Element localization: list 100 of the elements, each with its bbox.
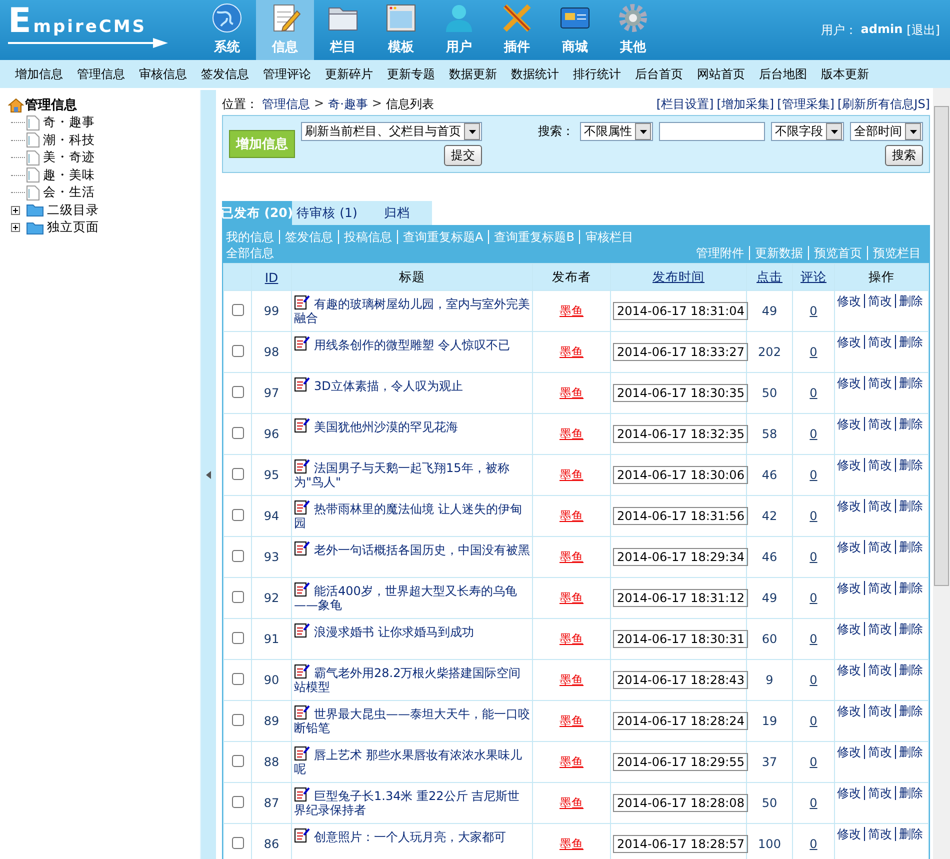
time-field[interactable]: 2014-06-17 18:31:04 — [613, 302, 748, 320]
row-checkbox[interactable] — [232, 468, 244, 480]
tree-item[interactable]: 二级目录 — [47, 202, 99, 219]
comments-link[interactable]: 0 — [810, 386, 818, 400]
time-field[interactable]: 2014-06-17 18:28:57 — [613, 835, 748, 853]
tree-item[interactable]: 会・生活 — [43, 184, 95, 202]
action-link[interactable]: 简改 — [864, 540, 895, 554]
action-link[interactable]: 删除 — [895, 294, 926, 308]
action-link[interactable]: 修改 — [837, 540, 864, 554]
time-field[interactable]: 2014-06-17 18:30:06 — [613, 466, 748, 484]
action-link[interactable]: 简改 — [864, 499, 895, 513]
search-button[interactable]: 搜索 — [885, 145, 923, 166]
action-link[interactable]: 删除 — [895, 622, 926, 636]
action-link[interactable]: 简改 — [864, 458, 895, 472]
time-field[interactable]: 2014-06-17 18:32:35 — [613, 425, 748, 443]
submenu-link[interactable]: 管理评论 — [256, 66, 318, 82]
submenu-link[interactable]: 版本更新 — [814, 66, 876, 82]
header-link[interactable]: [刷新所有信息JS] — [837, 96, 930, 112]
time-field[interactable]: 2014-06-17 18:28:43 — [613, 671, 748, 689]
comments-link[interactable]: 0 — [810, 345, 818, 359]
time-field[interactable]: 2014-06-17 18:28:08 — [613, 794, 748, 812]
time-field[interactable]: 2014-06-17 18:29:55 — [613, 753, 748, 771]
row-checkbox[interactable] — [232, 386, 244, 398]
comments-link[interactable]: 0 — [810, 509, 818, 523]
author-link[interactable]: 墨鱼 — [560, 672, 584, 686]
action-link[interactable]: 修改 — [837, 745, 864, 759]
action-link[interactable]: 简改 — [864, 827, 895, 841]
time-field[interactable]: 2014-06-17 18:29:34 — [613, 548, 748, 566]
submenu-link[interactable]: 增加信息 — [8, 66, 70, 82]
tree-item[interactable]: 趣・美味 — [43, 166, 95, 184]
action-link[interactable]: 修改 — [837, 376, 864, 390]
submenu-link[interactable]: 排行统计 — [566, 66, 628, 82]
time-select[interactable]: 全部时间 — [850, 122, 923, 141]
submenu-link[interactable]: 数据统计 — [504, 66, 566, 82]
action-link[interactable]: 简改 — [864, 704, 895, 718]
author-link[interactable]: 墨鱼 — [560, 754, 584, 768]
author-link[interactable]: 墨鱼 — [560, 590, 584, 604]
column-header[interactable]: ID — [252, 264, 292, 290]
action-link[interactable]: 删除 — [895, 335, 926, 349]
author-link[interactable]: 墨鱼 — [560, 550, 584, 564]
status-tab[interactable]: 待审核 (1) — [292, 201, 362, 225]
row-checkbox[interactable] — [232, 304, 244, 316]
row-checkbox[interactable] — [232, 836, 244, 848]
author-link[interactable]: 墨鱼 — [560, 632, 584, 646]
header-link[interactable]: [管理采集] — [777, 96, 834, 112]
submit-button[interactable]: 提交 — [444, 145, 482, 166]
action-link[interactable]: 修改 — [837, 704, 864, 718]
time-field[interactable]: 2014-06-17 18:31:12 — [613, 589, 748, 607]
tree-item[interactable]: 美・奇迹 — [43, 149, 95, 166]
comments-link[interactable]: 0 — [810, 796, 818, 810]
header-link[interactable]: [增加采集] — [716, 96, 774, 112]
row-checkbox[interactable] — [232, 508, 244, 520]
tree-root-label[interactable]: 管理信息 — [25, 96, 77, 114]
nav-tab[interactable]: 模板 — [372, 0, 430, 60]
nav-tab[interactable]: 用户 — [430, 0, 488, 60]
comments-link[interactable]: 0 — [810, 550, 818, 564]
action-link[interactable]: 删除 — [895, 827, 926, 841]
action-link[interactable]: 简改 — [864, 622, 895, 636]
comments-link[interactable]: 0 — [810, 714, 818, 728]
action-link[interactable]: 删除 — [895, 786, 926, 800]
author-link[interactable]: 墨鱼 — [560, 508, 584, 522]
row-checkbox[interactable] — [232, 632, 244, 644]
column-header[interactable]: 评论 — [792, 264, 834, 290]
action-link[interactable]: 简改 — [864, 294, 895, 308]
row-checkbox[interactable] — [232, 714, 244, 726]
action-link[interactable]: 修改 — [837, 417, 864, 431]
search-field[interactable] — [659, 122, 765, 141]
comments-link[interactable]: 0 — [810, 591, 818, 605]
collapse-arrow-icon[interactable] — [206, 470, 211, 478]
action-link[interactable]: 修改 — [837, 499, 864, 513]
column-header[interactable]: 发布时间 — [610, 264, 746, 290]
action-link[interactable]: 修改 — [837, 458, 864, 472]
action-link[interactable]: 简改 — [864, 335, 895, 349]
submenu-link[interactable]: 更新碎片 — [318, 66, 380, 82]
action-link[interactable]: 修改 — [837, 622, 864, 636]
comments-link[interactable]: 0 — [810, 837, 818, 851]
nav-tab[interactable]: 插件 — [488, 0, 546, 60]
header-link[interactable]: [栏目设置] — [656, 96, 714, 112]
action-link[interactable]: 修改 — [837, 335, 864, 349]
row-checkbox[interactable] — [232, 796, 244, 808]
comments-link[interactable]: 0 — [810, 304, 818, 318]
author-link[interactable]: 墨鱼 — [560, 796, 584, 810]
action-link[interactable]: 删除 — [895, 704, 926, 718]
scrollbar[interactable] — [933, 88, 950, 859]
time-field[interactable]: 2014-06-17 18:30:35 — [613, 384, 748, 402]
action-link[interactable]: 修改 — [837, 294, 864, 308]
author-link[interactable]: 墨鱼 — [560, 386, 584, 400]
author-link[interactable]: 墨鱼 — [560, 304, 584, 318]
action-link[interactable]: 简改 — [864, 745, 895, 759]
row-checkbox[interactable] — [232, 590, 244, 602]
action-link[interactable]: 简改 — [864, 786, 895, 800]
tree-item[interactable]: 独立页面 — [47, 219, 99, 236]
breadcrumb-link[interactable]: 管理信息 — [262, 96, 310, 112]
column-header[interactable]: 点击 — [746, 264, 792, 290]
author-link[interactable]: 墨鱼 — [560, 426, 584, 440]
action-link[interactable]: 删除 — [895, 745, 926, 759]
time-field[interactable]: 2014-06-17 18:31:56 — [613, 507, 748, 525]
nav-tab[interactable]: 商城 — [546, 0, 604, 60]
author-link[interactable]: 墨鱼 — [560, 468, 584, 482]
row-checkbox[interactable] — [232, 672, 244, 684]
